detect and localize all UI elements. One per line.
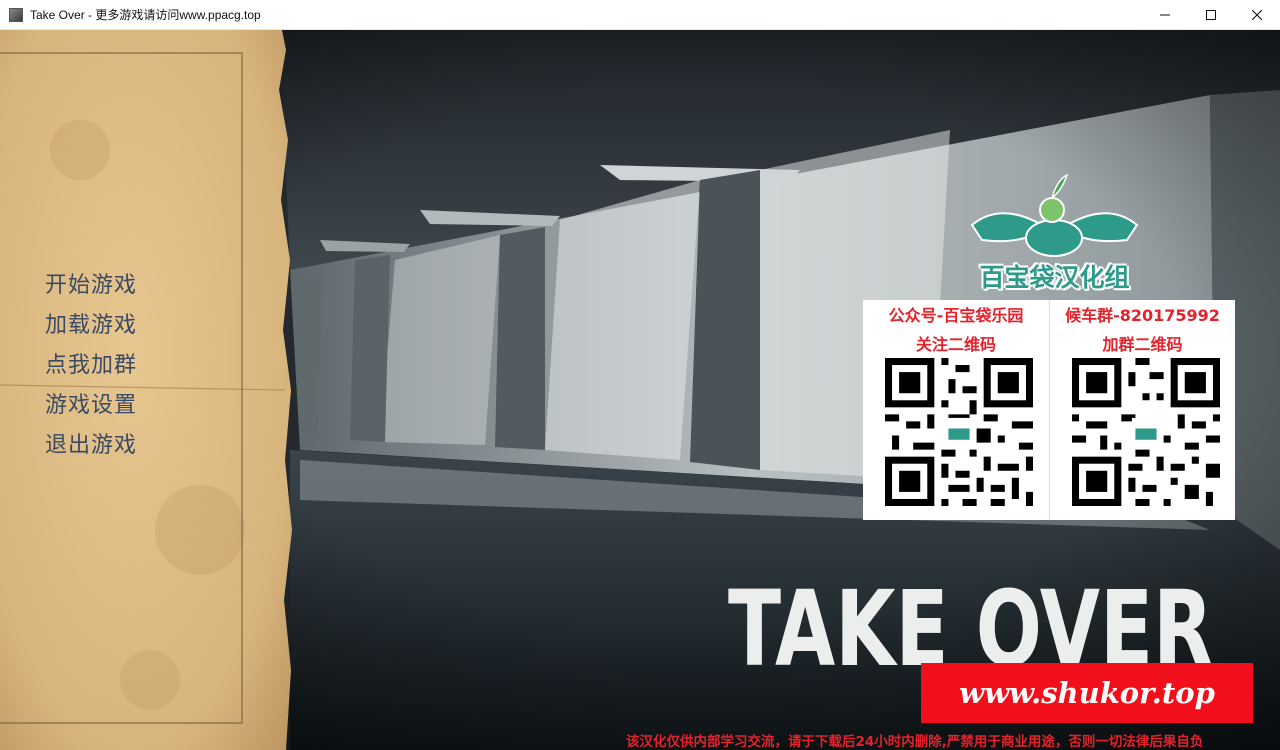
qr-code-icon <box>885 358 1033 506</box>
maximize-button[interactable] <box>1188 0 1234 30</box>
qr-left-subtitle: 关注二维码 <box>915 335 996 354</box>
minimize-icon <box>1160 14 1170 16</box>
maximize-icon <box>1206 10 1216 20</box>
qr-right-title: 候车群-820175992 <box>1065 306 1220 325</box>
game-title-logo: TAKE OVER <box>728 568 1213 680</box>
close-button[interactable] <box>1234 0 1280 30</box>
translation-group-logo: 百宝袋汉化组 <box>962 170 1147 292</box>
menu-item-join-group[interactable]: 点我加群 <box>45 346 137 386</box>
winged-bag-logo-icon <box>970 173 1139 257</box>
close-icon <box>1252 10 1262 20</box>
menu-item-settings[interactable]: 游戏设置 <box>45 386 137 426</box>
window-titlebar[interactable]: Take Over - 更多游戏请访问www.ppacg.top <box>0 0 1280 30</box>
watermark-banner: www.shukor.top <box>921 663 1253 723</box>
logo-text: 百宝袋汉化组 <box>979 263 1130 292</box>
game-screen[interactable]: 开始游戏 加载游戏 点我加群 游戏设置 退出游戏 百宝袋汉化组 公众号-百宝袋乐… <box>0 30 1280 750</box>
menu-item-load-game[interactable]: 加载游戏 <box>45 306 137 346</box>
qr-code-icon <box>1072 358 1220 506</box>
window-title: Take Over - 更多游戏请访问www.ppacg.top <box>30 8 261 22</box>
main-menu: 开始游戏 加载游戏 点我加群 游戏设置 退出游戏 <box>45 266 137 466</box>
qr-column-group: 候车群-820175992 加群二维码 <box>1049 300 1235 520</box>
watermark-text: www.shukor.top <box>959 676 1215 710</box>
menu-paper-panel: 开始游戏 加载游戏 点我加群 游戏设置 退出游戏 <box>0 30 300 750</box>
app-icon <box>9 7 23 22</box>
qr-right-subtitle: 加群二维码 <box>1102 335 1183 354</box>
window-controls <box>1142 0 1280 30</box>
menu-item-start-game[interactable]: 开始游戏 <box>45 266 137 306</box>
qr-code-panel: 公众号-百宝袋乐园 关注二维码 候车群-820175992 加群二维码 <box>863 300 1235 520</box>
minimize-button[interactable] <box>1142 0 1188 30</box>
disclaimer-text: 该汉化仅供内部学习交流，请于下载后24小时内删除,严禁用于商业用途，否则一切法律… <box>626 734 1204 750</box>
menu-item-exit-game[interactable]: 退出游戏 <box>45 426 137 466</box>
qr-left-title: 公众号-百宝袋乐园 <box>888 306 1024 325</box>
qr-column-official-account: 公众号-百宝袋乐园 关注二维码 <box>863 300 1049 520</box>
